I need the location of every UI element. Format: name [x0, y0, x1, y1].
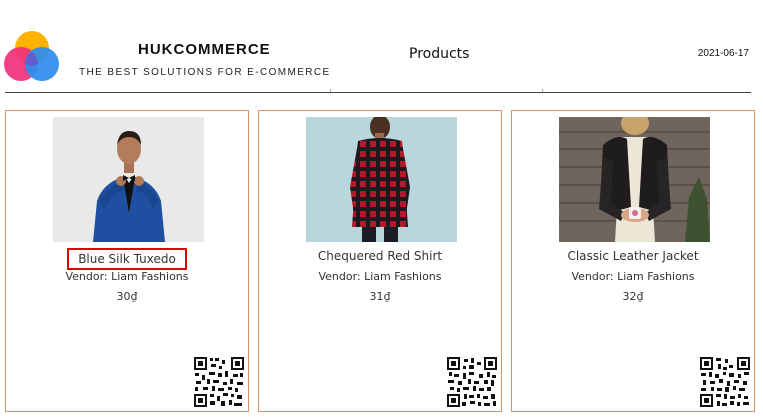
product-vendor: Vendor: Liam Fashions [318, 270, 442, 283]
page-header: HUKCOMMERCE THE BEST SOLUTIONS FOR E-COM… [0, 0, 763, 96]
product-name-label[interactable]: Classic Leather Jacket [557, 248, 708, 264]
qr-code-icon [446, 356, 498, 408]
product-name[interactable]: Chequered Red Shirt [259, 248, 501, 264]
product-price: 30₫ [116, 290, 138, 303]
product-card[interactable]: Blue Silk Tuxedo Vendor: Liam Fashions 3… [5, 110, 249, 412]
product-vendor: Vendor: Liam Fashions [571, 270, 695, 283]
qr-code-icon [699, 356, 751, 408]
product-name-label[interactable]: Blue Silk Tuxedo [67, 248, 187, 270]
product-name-label[interactable]: Chequered Red Shirt [308, 248, 452, 264]
leather-jacket-photo[interactable] [559, 117, 710, 242]
qr-code-icon [193, 356, 245, 408]
brand-tagline: THE BEST SOLUTIONS FOR E-COMMERCE [79, 67, 331, 78]
brand-name: HUKCOMMERCE [138, 41, 271, 58]
page-title: Products [409, 46, 470, 62]
product-name[interactable]: Classic Leather Jacket [512, 248, 754, 264]
report-date: 2021-06-17 [697, 48, 749, 59]
product-card[interactable]: Chequered Red Shirt Vendor: Liam Fashion… [258, 110, 502, 412]
blue-tuxedo-photo[interactable] [53, 117, 204, 242]
product-price: 32₫ [622, 290, 644, 303]
product-vendor: Vendor: Liam Fashions [65, 270, 189, 283]
header-divider [5, 92, 751, 93]
product-card[interactable]: Classic Leather Jacket Vendor: Liam Fash… [511, 110, 755, 412]
product-name[interactable]: Blue Silk Tuxedo [6, 248, 248, 270]
hukcommerce-logo-icon[interactable] [3, 28, 61, 84]
red-shirt-photo[interactable] [306, 117, 457, 242]
product-price: 31₫ [369, 290, 391, 303]
